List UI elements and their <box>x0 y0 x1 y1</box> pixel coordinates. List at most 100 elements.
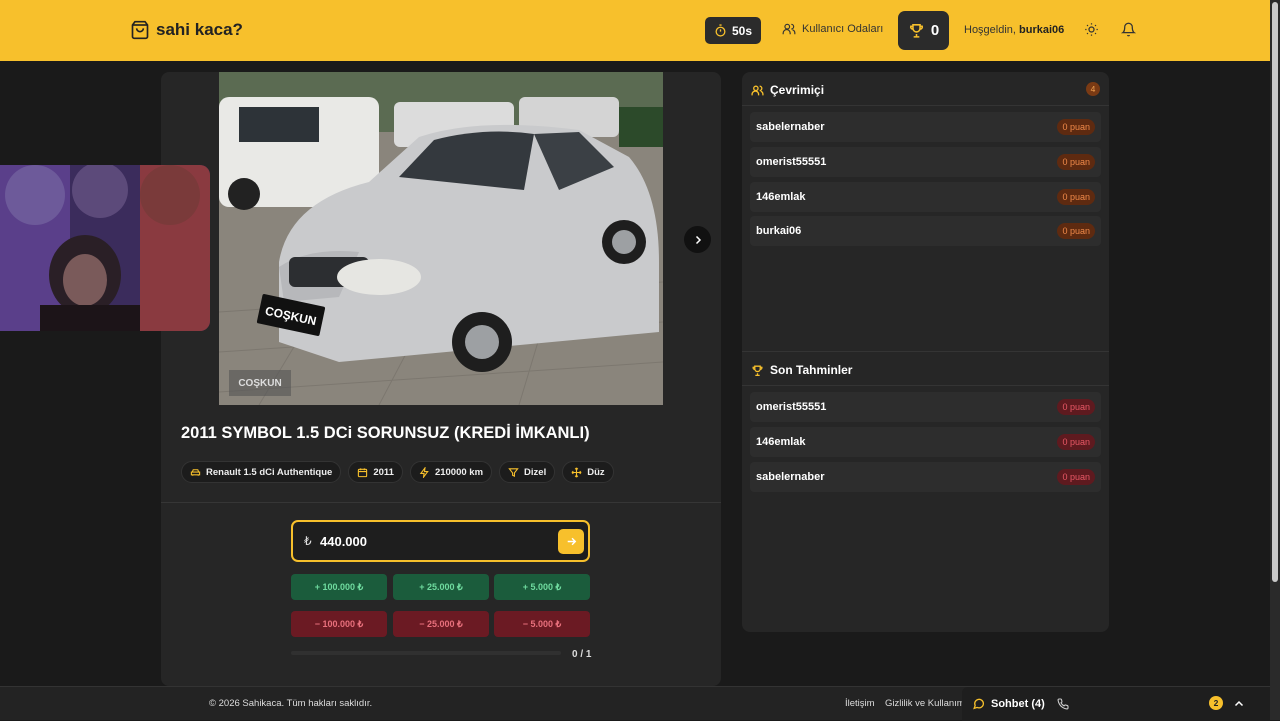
section-separator <box>742 351 1109 352</box>
chevron-up-icon[interactable] <box>1233 698 1245 710</box>
guess-points: 0 puan <box>1057 434 1095 450</box>
online-heading: Çevrimiçi <box>751 83 824 97</box>
fuel-icon <box>508 467 519 477</box>
players-panel: Çevrimiçi 4 sabelernaber 0 puan omerist5… <box>742 72 1109 632</box>
score-value: 0 <box>930 22 940 39</box>
online-user-row: burkai06 0 puan <box>750 216 1101 246</box>
subtract-100000-button[interactable]: − 100.000 ₺ <box>291 611 387 637</box>
score-button[interactable]: 0 <box>898 11 949 50</box>
tag-label: Renault 1.5 dCi Authentique <box>206 466 333 478</box>
chat-label: Sohbet (4) <box>991 697 1045 710</box>
chat-toggle[interactable]: Sohbet (4) <box>972 697 1069 710</box>
tag-fuel: Dizel <box>499 461 556 483</box>
trophy-icon <box>909 24 923 38</box>
sun-icon[interactable] <box>1084 22 1099 37</box>
add-25000-button[interactable]: + 25.000 ₺ <box>393 574 489 600</box>
online-user-row: 146emlak 0 puan <box>750 182 1101 212</box>
scrollbar-thumb[interactable] <box>1272 2 1278 582</box>
recent-guesses-heading: Son Tahminler <box>751 363 852 377</box>
chat-unread-badge: 2 <box>1209 696 1223 710</box>
timer-badge: 50s <box>705 17 761 44</box>
recent-guesses-label: Son Tahminler <box>770 363 853 377</box>
contact-link[interactable]: İletişim <box>845 698 875 709</box>
user-name: 146emlak <box>756 191 806 203</box>
subtract-25000-button[interactable]: − 25.000 ₺ <box>393 611 489 637</box>
listing-title: 2011 SYMBOL 1.5 DCi SORUNSUZ (KREDİ İMKA… <box>181 424 590 442</box>
guess-points: 0 puan <box>1057 399 1095 415</box>
round-progress-text: 0 / 1 <box>572 649 592 660</box>
guess-user-name: sabelernaber <box>756 471 825 483</box>
panel-divider <box>161 502 721 503</box>
user-rooms-label: Kullanıcı Odaları <box>802 23 884 35</box>
arrow-right-icon <box>567 537 576 546</box>
webcam-overlay <box>0 165 210 331</box>
recent-guess-row: 146emlak 0 puan <box>750 427 1101 457</box>
welcome-text: Hoşgeldin, burkai06 <box>964 24 1064 36</box>
recent-separator <box>742 385 1109 386</box>
guess-user-name: omerist55551 <box>756 401 827 413</box>
price-input-value[interactable]: 440.000 <box>320 534 367 549</box>
submit-guess-button[interactable] <box>558 529 584 554</box>
user-points: 0 puan <box>1057 223 1095 239</box>
price-input[interactable]: ₺ 440.000 <box>291 520 590 562</box>
footer: © 2026 Sahikaca. Tüm hakları saklıdır. İ… <box>0 686 1270 721</box>
user-points: 0 puan <box>1057 119 1095 135</box>
phone-icon[interactable] <box>1057 697 1069 710</box>
currency-symbol: ₺ <box>304 534 312 548</box>
top-header: sahi kaca? 50s Kullanıcı Odaları 0 Hoşge… <box>0 0 1280 61</box>
tag-transmission: Düz <box>562 461 614 483</box>
online-user-row: omerist55551 0 puan <box>750 147 1101 177</box>
tag-label: Düz <box>587 466 605 478</box>
online-user-row: sabelernaber 0 puan <box>750 112 1101 142</box>
tag-label: 210000 km <box>434 466 484 478</box>
privacy-link[interactable]: Gizlilik ve Kullanım <box>885 698 965 709</box>
recent-guess-row: omerist55551 0 puan <box>750 392 1101 422</box>
car-icon <box>190 468 201 476</box>
chevron-right-icon <box>695 235 701 244</box>
page-scrollbar[interactable] <box>1270 0 1280 720</box>
recent-guess-row: sabelernaber 0 puan <box>750 462 1101 492</box>
calendar-icon <box>358 467 368 477</box>
add-5000-button[interactable]: + 5.000 ₺ <box>494 574 590 600</box>
shopping-bag-icon <box>131 20 149 40</box>
users-icon <box>782 23 796 35</box>
car-photo-drawing: COŞKUN COŞKUN <box>219 72 663 405</box>
tag-mileage: 210000 km <box>409 461 493 483</box>
online-count-badge: 4 <box>1086 82 1100 96</box>
next-photo-button[interactable] <box>684 226 711 253</box>
car-photo: COŞKUN COŞKUN <box>219 72 663 405</box>
guess-points: 0 puan <box>1057 469 1095 485</box>
tag-model: Renault 1.5 dCi Authentique <box>181 461 342 483</box>
webcam-image <box>0 165 210 331</box>
gearbox-icon <box>571 467 582 477</box>
logo-text: sahi kaca? <box>156 20 243 39</box>
subtract-5000-button[interactable]: − 5.000 ₺ <box>494 611 590 637</box>
chat-bubble-icon <box>973 698 985 710</box>
user-name: omerist55551 <box>756 156 827 168</box>
user-name: sabelernaber <box>756 121 825 133</box>
gauge-icon <box>419 466 429 478</box>
listing-tags: Renault 1.5 dCi Authentique 2011 210000 … <box>181 461 614 483</box>
stopwatch-icon <box>715 24 726 37</box>
round-progress-bar <box>291 651 561 655</box>
user-rooms-link[interactable]: Kullanıcı Odaları <box>782 22 883 36</box>
timer-value: 50s <box>731 23 753 38</box>
online-separator <box>742 105 1109 106</box>
bell-icon[interactable] <box>1121 22 1136 37</box>
add-100000-button[interactable]: + 100.000 ₺ <box>291 574 387 600</box>
listing-panel: COŞKUN COŞKUN 2011 SYMBOL 1.5 DCi SORUNS… <box>161 72 721 686</box>
tag-year: 2011 <box>348 461 403 483</box>
welcome-username: burkai06 <box>1019 24 1065 36</box>
guess-user-name: 146emlak <box>756 436 806 448</box>
online-heading-label: Çevrimiçi <box>770 83 825 97</box>
users-icon <box>751 85 764 95</box>
photo-watermark: COŞKUN <box>238 378 281 389</box>
chat-bar[interactable]: Sohbet (4) 2 <box>962 687 1270 721</box>
tag-label: Dizel <box>524 466 547 478</box>
welcome-prefix: Hoşgeldin, <box>964 24 1016 36</box>
user-points: 0 puan <box>1057 154 1095 170</box>
copyright-text: © 2026 Sahikaca. Tüm hakları saklıdır. <box>209 698 373 709</box>
user-name: burkai06 <box>756 225 802 237</box>
logo[interactable]: sahi kaca? <box>130 20 243 40</box>
user-points: 0 puan <box>1057 189 1095 205</box>
